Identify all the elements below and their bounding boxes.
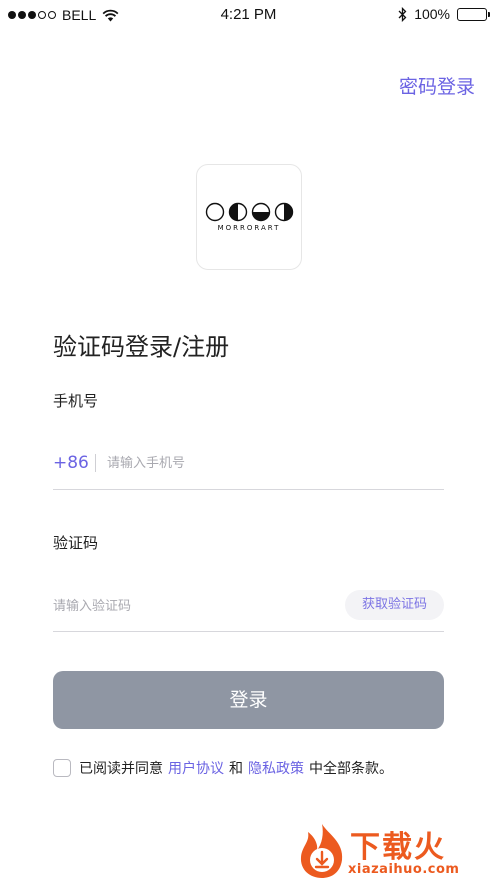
get-code-button[interactable]: 获取验证码	[345, 590, 444, 620]
moon-phases-logo-icon	[205, 202, 294, 222]
app-logo: MORRORART	[196, 164, 302, 270]
battery-percent: 100%	[414, 6, 450, 22]
agreement-checkbox[interactable]	[53, 759, 71, 777]
country-code-selector[interactable]: +86	[53, 453, 89, 473]
verification-code-input[interactable]	[53, 592, 323, 620]
agreement-prefix: 已阅读并同意	[79, 761, 163, 777]
phone-field-row: +86	[53, 445, 444, 490]
agreement-and: 和	[229, 761, 243, 777]
phone-divider	[95, 454, 96, 472]
status-bar-right: 100%	[398, 6, 490, 22]
page-title: 验证码登录/注册	[53, 333, 230, 361]
status-bar: BELL 4:21 PM 100%	[0, 0, 497, 30]
agreement-row: 已阅读并同意 用户协议 和 隐私政策 中全部条款。	[53, 757, 393, 779]
watermark: 下载火 xiazaihuo.com	[290, 818, 495, 883]
phone-label: 手机号	[53, 392, 99, 410]
logo-brand-text: MORRORART	[217, 224, 281, 232]
phone-input[interactable]	[107, 449, 437, 477]
agreement-suffix: 中全部条款。	[309, 761, 393, 777]
battery-icon	[457, 7, 490, 21]
code-field-row: 获取验证码	[53, 588, 444, 632]
privacy-policy-link[interactable]: 隐私政策	[248, 758, 304, 778]
watermark-title: 下载火	[350, 830, 446, 865]
login-button[interactable]: 登录	[53, 671, 444, 729]
watermark-subtitle: xiazaihuo.com	[348, 862, 460, 877]
password-login-link[interactable]: 密码登录	[399, 72, 475, 99]
code-label: 验证码	[53, 534, 99, 552]
flame-download-icon	[300, 824, 343, 878]
bluetooth-icon	[398, 6, 407, 22]
user-agreement-link[interactable]: 用户协议	[168, 758, 224, 778]
